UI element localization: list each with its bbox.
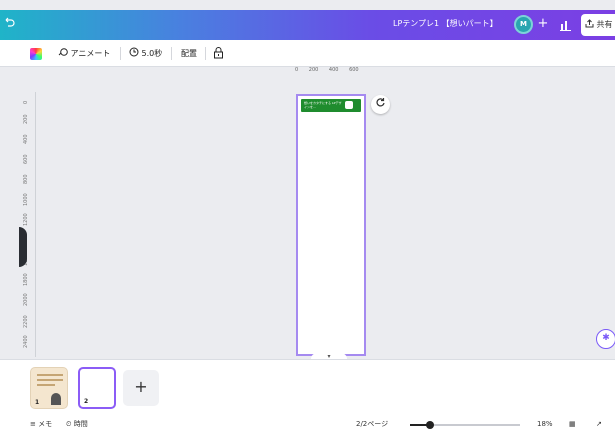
add-page-button[interactable]: + <box>123 370 159 406</box>
side-panel-handle[interactable] <box>19 227 27 267</box>
ruler-tick: 1000 <box>23 193 29 206</box>
toolbar-divider <box>120 47 121 60</box>
notes-label: メモ <box>38 420 53 428</box>
canvas-area[interactable]: 0 200 400 600 0 200 400 600 800 1000 120… <box>0 67 615 361</box>
page-thumbnail-1[interactable]: 1 <box>30 367 68 409</box>
thumbnail-line <box>37 374 63 376</box>
ruler-tick: 200 <box>308 67 319 73</box>
zoom-slider-handle[interactable] <box>426 421 434 429</box>
timer-button[interactable]: ⏲ 時間 <box>66 419 88 429</box>
bar-chart-icon <box>559 21 571 31</box>
lock-button[interactable] <box>213 47 224 61</box>
ruler-tick: 600 <box>349 67 359 73</box>
app-window: LPテンプレ1 【想いパート】 M + 共有 アニメート 5.0秒 配置 0 2… <box>0 0 615 432</box>
zoom-slider[interactable] <box>410 421 520 429</box>
duration-label: 5.0秒 <box>141 49 163 58</box>
share-label: 共有 <box>596 20 613 29</box>
editor-toolbar: アニメート 5.0秒 配置 <box>0 40 615 67</box>
ruler-tick: 400 <box>23 134 29 144</box>
add-collaborator-button[interactable]: + <box>536 16 550 32</box>
banner-logo-icon <box>345 101 353 109</box>
ruler-tick: 1200 <box>23 213 29 226</box>
page-thumbnail-2[interactable]: 2 <box>78 367 116 409</box>
avatar[interactable]: M <box>514 15 533 34</box>
ruler-tick: 2000 <box>23 293 29 306</box>
thumbnail-line <box>37 379 63 381</box>
ruler-tick: 400 <box>328 67 339 73</box>
magic-assistant-button[interactable]: ✱ <box>596 329 615 349</box>
left-ruler: 0 200 400 600 800 1000 1200 1400 1600 18… <box>22 92 36 357</box>
fullscreen-button[interactable]: ↗ <box>596 419 602 429</box>
top-bar: LPテンプレ1 【想いパート】 M + 共有 <box>0 10 615 40</box>
top-ruler: 0 200 400 600 <box>295 67 368 79</box>
duration-button[interactable]: 5.0秒 <box>129 47 162 61</box>
page-number: 2 <box>84 398 89 405</box>
status-bar: ≡ メモ ⏲ 時間 2/2ページ 18% ▦ ↗ <box>0 416 615 432</box>
timer-icon: ⏲ <box>66 420 72 428</box>
animate-icon <box>58 48 68 56</box>
grid-view-button[interactable]: ▦ <box>569 419 576 429</box>
refresh-button[interactable] <box>371 95 390 114</box>
ruler-tick: 2200 <box>23 315 29 328</box>
clock-icon <box>129 47 139 57</box>
toolbar-divider <box>205 47 206 60</box>
undo-icon[interactable] <box>3 16 19 32</box>
document-title[interactable]: LPテンプレ1 【想いパート】 <box>393 18 498 29</box>
insights-button[interactable] <box>558 16 572 32</box>
sparkle-icon: ✱ <box>602 333 610 343</box>
ruler-tick: 200 <box>23 114 29 124</box>
zoom-percent[interactable]: 18% <box>537 419 553 429</box>
ruler-tick: 600 <box>23 154 29 164</box>
lock-icon <box>214 47 223 59</box>
upload-icon <box>585 19 594 28</box>
animate-label: アニメート <box>70 49 111 58</box>
banner-text: 想いをカタチにする LPデザインを… <box>304 101 342 109</box>
thumbnail-line <box>37 384 55 386</box>
grid-icon: ▦ <box>569 420 576 428</box>
ruler-tick: 0 <box>295 67 299 73</box>
notes-icon: ≡ <box>30 420 36 428</box>
ruler-tick: 2400 <box>23 335 29 348</box>
notes-button[interactable]: ≡ メモ <box>30 419 52 429</box>
ruler-tick: 800 <box>23 174 29 184</box>
thumbnail-figure <box>51 393 61 405</box>
position-button[interactable]: 配置 <box>181 47 197 61</box>
page-banner[interactable]: 想いをカタチにする LPデザインを… <box>301 99 361 112</box>
expand-icon: ↗ <box>596 420 602 428</box>
share-button[interactable]: 共有 <box>581 14 615 36</box>
refresh-icon <box>376 98 385 107</box>
animate-button[interactable]: アニメート <box>58 47 110 61</box>
ruler-tick: 1800 <box>23 273 29 286</box>
toolbar-divider <box>171 47 172 60</box>
color-picker-button[interactable] <box>30 48 42 60</box>
pages-strip: 1 2 + <box>0 359 615 416</box>
design-page[interactable]: 想いをカタチにする LPデザインを… <box>296 94 366 356</box>
timer-label: 時間 <box>73 420 88 428</box>
page-number: 1 <box>35 399 40 406</box>
ruler-tick: 0 <box>23 100 29 104</box>
page-indicator[interactable]: 2/2ページ <box>356 419 388 429</box>
